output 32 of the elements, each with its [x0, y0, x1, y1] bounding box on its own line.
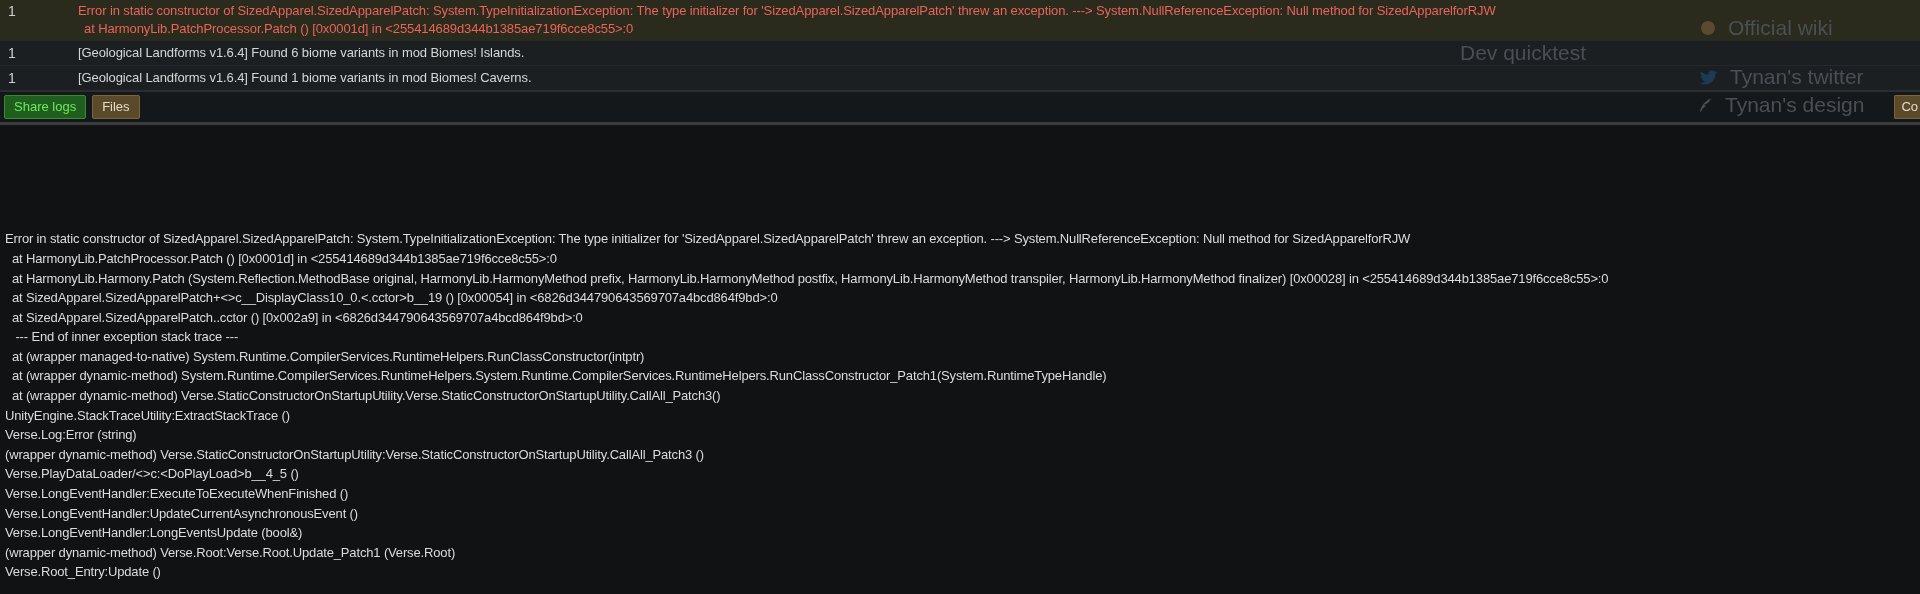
- stack-trace-line: UnityEngine.StackTraceUtility:ExtractStackTrace (): [5, 406, 291, 425]
- stack-trace-line: Verse.LongEventHandler:UpdateCurrentAsynchronousEvent (): [5, 504, 359, 523]
- stack-trace-line: Verse.LongEventHandler:ExecuteToExecuteWhenFinished (): [5, 485, 350, 504]
- message-text: Error in static constructor of SizedApparel.SizedApparelPatch: System.TypeInitializationException: The type initializer for 'SizedApparel.SizedApparelPatch' threw an exception. ---> System.NullReferenceException: Null method for SizedApparelforRJW: [78, 2, 1496, 20]
- stack-trace-line: --- End of inner exception stack trace ---: [14, 328, 240, 347]
- stack-trace-line: Verse.PlayDataLoader/<>c:<DoPlayLoad>b__4_5 (): [5, 465, 300, 484]
- cut-off-button[interactable]: Co: [1894, 95, 1920, 119]
- stack-trace-line: Verse.Log:Error (string): [5, 426, 138, 445]
- files-button[interactable]: Files: [92, 95, 140, 119]
- log-message-row[interactable]: [0, 0, 1920, 40]
- stack-trace-line: at SizedApparel.SizedApparelPatch+<>c__DisplayClass10_0.<.cctor>b__19 () [0x00054] in <6826d344790643569707a4bcd864f9bd>:0: [10, 289, 779, 308]
- stack-trace-line: Error in static constructor of SizedApparel.SizedApparelPatch: System.TypeInitializationException: The type initializer for 'SizedApparel.SizedApparelPatch' threw an exception. ---> System.NullReferenceException: Null method for SizedApparelforRJW: [5, 230, 1412, 249]
- stack-trace-line: (wrapper dynamic-method) Verse.StaticConstructorOnStartupUtility:Verse.StaticConstructorOnStartupUtility.CallAll_Patch3 (): [5, 445, 705, 464]
- stack-trace-line: at SizedApparel.SizedApparelPatch..cctor () [0x002a9] in <6826d344790643569707a4bcd864f9bd>:0: [10, 308, 584, 327]
- stack-trace-line: at HarmonyLib.PatchProcessor.Patch () [0x0001d] in <255414689d344b1385ae719f6cce8c55>:0: [10, 249, 558, 268]
- stack-trace-line: Verse.LongEventHandler:LongEventsUpdate (bool&): [5, 524, 304, 543]
- stack-trace-line: (wrapper dynamic-method) Verse.Root:Verse.Root.Update_Patch1 (Verse.Root): [5, 543, 457, 562]
- message-text: [Geological Landforms v1.6.4] Found 6 biome variants in mod Biomes! Islands.: [78, 44, 525, 62]
- message-count: 1: [7, 69, 17, 87]
- message-text: [Geological Landforms v1.6.4] Found 1 biome variants in mod Biomes! Caverns.: [78, 69, 532, 87]
- stack-trace-line: at (wrapper managed-to-native) System.Runtime.CompilerServices.RuntimeHelpers.RunClassConstructor(intptr): [10, 347, 646, 366]
- share-logs-button[interactable]: Share logs: [4, 95, 87, 119]
- circle-icon: [1700, 20, 1716, 36]
- message-count: 1: [7, 2, 17, 20]
- stack-trace-line: at (wrapper dynamic-method) System.Runtime.CompilerServices.RuntimeHelpers.System.Runtime.CompilerServices.RuntimeHelpers.RunClassConstructor_Patch1(System.RuntimeTypeHandle): [10, 367, 1108, 386]
- stack-trace-line: at HarmonyLib.Harmony.Patch (System.Reflection.MethodBase original, HarmonyLib.HarmonyMethod prefix, HarmonyLib.HarmonyMethod postfix, HarmonyLib.HarmonyMethod transpiler, HarmonyLib.HarmonyMethod finalizer) [0x00028] in <255414689d344b1385ae719f6cce8c55>:0: [10, 269, 1610, 288]
- quill-icon: [1700, 98, 1713, 112]
- stack-trace-line: at (wrapper dynamic-method) Verse.StaticConstructorOnStartupUtility.Verse.StaticConstructorOnStartupUtility.CallAll_Patch3(): [10, 387, 722, 406]
- bird-icon: [1700, 69, 1718, 85]
- message-count: 1: [7, 44, 17, 62]
- message-text: at HarmonyLib.PatchProcessor.Patch () [0x0001d] in <255414689d344b1385ae719f6cce8c55>:0: [83, 20, 635, 38]
- stack-trace-line: Verse.Root_Entry:Update (): [5, 563, 162, 582]
